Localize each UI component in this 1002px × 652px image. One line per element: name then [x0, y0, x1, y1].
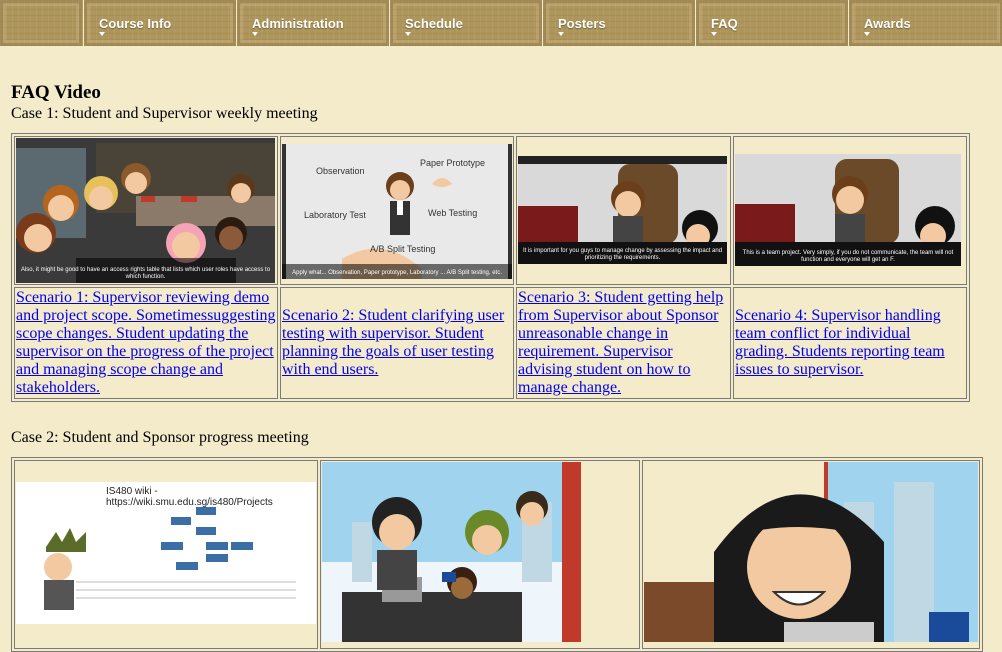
video-thumbnail-4[interactable]: This is a team project. Very simply, if … — [735, 154, 961, 266]
scenario-cell: Scenario 3: Student getting help from Su… — [516, 287, 731, 399]
scenario-1-link[interactable]: Scenario 1: Supervisor reviewing demo an… — [16, 289, 276, 396]
video-subtitle: Also, it might be good to have an access… — [20, 267, 271, 280]
wiki-heading: IS480 wiki - https://wiki.smu.edu.sg/is4… — [106, 486, 273, 508]
video-thumb-cell[interactable] — [320, 460, 640, 649]
video-thumb-cell[interactable]: Also, it might be good to have an access… — [14, 136, 278, 285]
nav-item-schedule[interactable]: Schedule — [389, 0, 542, 46]
scenario-4-link[interactable]: Scenario 4: Supervisor handling team con… — [735, 307, 945, 378]
video-subtitle: This is a team project. Very simply, if … — [742, 250, 954, 263]
case2-video-table: IS480 wiki - https://wiki.smu.edu.sg/is4… — [11, 457, 983, 652]
label-ab-split-testing: A/B Split Testing — [370, 244, 436, 254]
label-observation: Observation — [316, 166, 365, 176]
chevron-down-icon — [711, 32, 717, 36]
nav-label: Awards — [864, 16, 911, 31]
video-subtitle: It is important for you guys to manage c… — [522, 248, 723, 261]
video-thumbnail-5[interactable]: IS480 wiki - https://wiki.smu.edu.sg/is4… — [16, 462, 316, 647]
chevron-down-icon — [252, 32, 258, 36]
sponsor-closeup-illustration — [644, 462, 978, 642]
page-title: FAQ Video — [11, 82, 101, 103]
top-nav: Course Info Administration Schedule Post… — [0, 0, 1002, 46]
video-thumbnail-2[interactable]: Observation Paper Prototype Laboratory T… — [282, 144, 512, 279]
case2-title: Case 2: Student and Sponsor progress mee… — [11, 429, 309, 446]
label-paper-prototype: Paper Prototype — [420, 158, 486, 168]
scenario-cell: Scenario 2: Student clarifying user test… — [280, 287, 514, 399]
video-thumbnail-7[interactable] — [644, 462, 978, 642]
chevron-down-icon — [558, 32, 564, 36]
case1-title: Case 1: Student and Supervisor weekly me… — [11, 105, 318, 122]
chevron-down-icon — [405, 32, 411, 36]
video-thumb-cell[interactable]: Observation Paper Prototype Laboratory T… — [280, 136, 514, 285]
table-row: Also, it might be good to have an access… — [14, 136, 967, 285]
video-thumb-cell[interactable]: This is a team project. Very simply, if … — [733, 136, 967, 285]
table-row: IS480 wiki - https://wiki.smu.edu.sg/is4… — [14, 460, 980, 649]
video-thumb-cell[interactable]: It is important for you guys to manage c… — [516, 136, 731, 285]
scenario-cell: Scenario 1: Supervisor reviewing demo an… — [14, 287, 278, 399]
main-content: FAQ Video Case 1: Student and Supervisor… — [11, 82, 996, 652]
video-subtitle: Apply what... Observation, Paper prototy… — [292, 270, 502, 276]
label-web-testing: Web Testing — [428, 208, 478, 218]
table-row: Scenario 1: Supervisor reviewing demo an… — [14, 287, 967, 399]
nav-label: FAQ — [711, 16, 738, 31]
nav-item-course-info[interactable]: Course Info — [83, 0, 236, 46]
scenario-3-link[interactable]: Scenario 3: Student getting help from Su… — [518, 289, 723, 396]
video-thumbnail-6[interactable] — [322, 462, 581, 642]
nav-label: Course Info — [99, 16, 172, 31]
nav-label: Posters — [558, 16, 606, 31]
scenario-2-link[interactable]: Scenario 2: Student clarifying user test… — [282, 307, 504, 378]
video-thumb-cell[interactable]: IS480 wiki - https://wiki.smu.edu.sg/is4… — [14, 460, 318, 649]
video-thumbnail-3[interactable]: It is important for you guys to manage c… — [518, 156, 727, 264]
scenario-cell: Scenario 4: Supervisor handling team con… — [733, 287, 967, 399]
nav-item-administration[interactable]: Administration — [236, 0, 389, 46]
chevron-down-icon — [99, 32, 105, 36]
nav-spacer — [0, 0, 82, 46]
sponsor-meeting-illustration — [322, 462, 581, 642]
chevron-down-icon — [864, 32, 870, 36]
case1-video-table: Also, it might be good to have an access… — [11, 133, 970, 402]
nav-item-posters[interactable]: Posters — [542, 0, 695, 46]
meeting-room-illustration — [16, 138, 275, 283]
label-laboratory-test: Laboratory Test — [304, 210, 366, 220]
nav-item-faq[interactable]: FAQ — [695, 0, 848, 46]
video-thumbnail-1[interactable]: Also, it might be good to have an access… — [16, 138, 275, 283]
nav-label: Administration — [252, 16, 344, 31]
nav-item-awards[interactable]: Awards — [848, 0, 1002, 46]
nav-label: Schedule — [405, 16, 463, 31]
video-thumb-cell[interactable] — [642, 460, 980, 649]
